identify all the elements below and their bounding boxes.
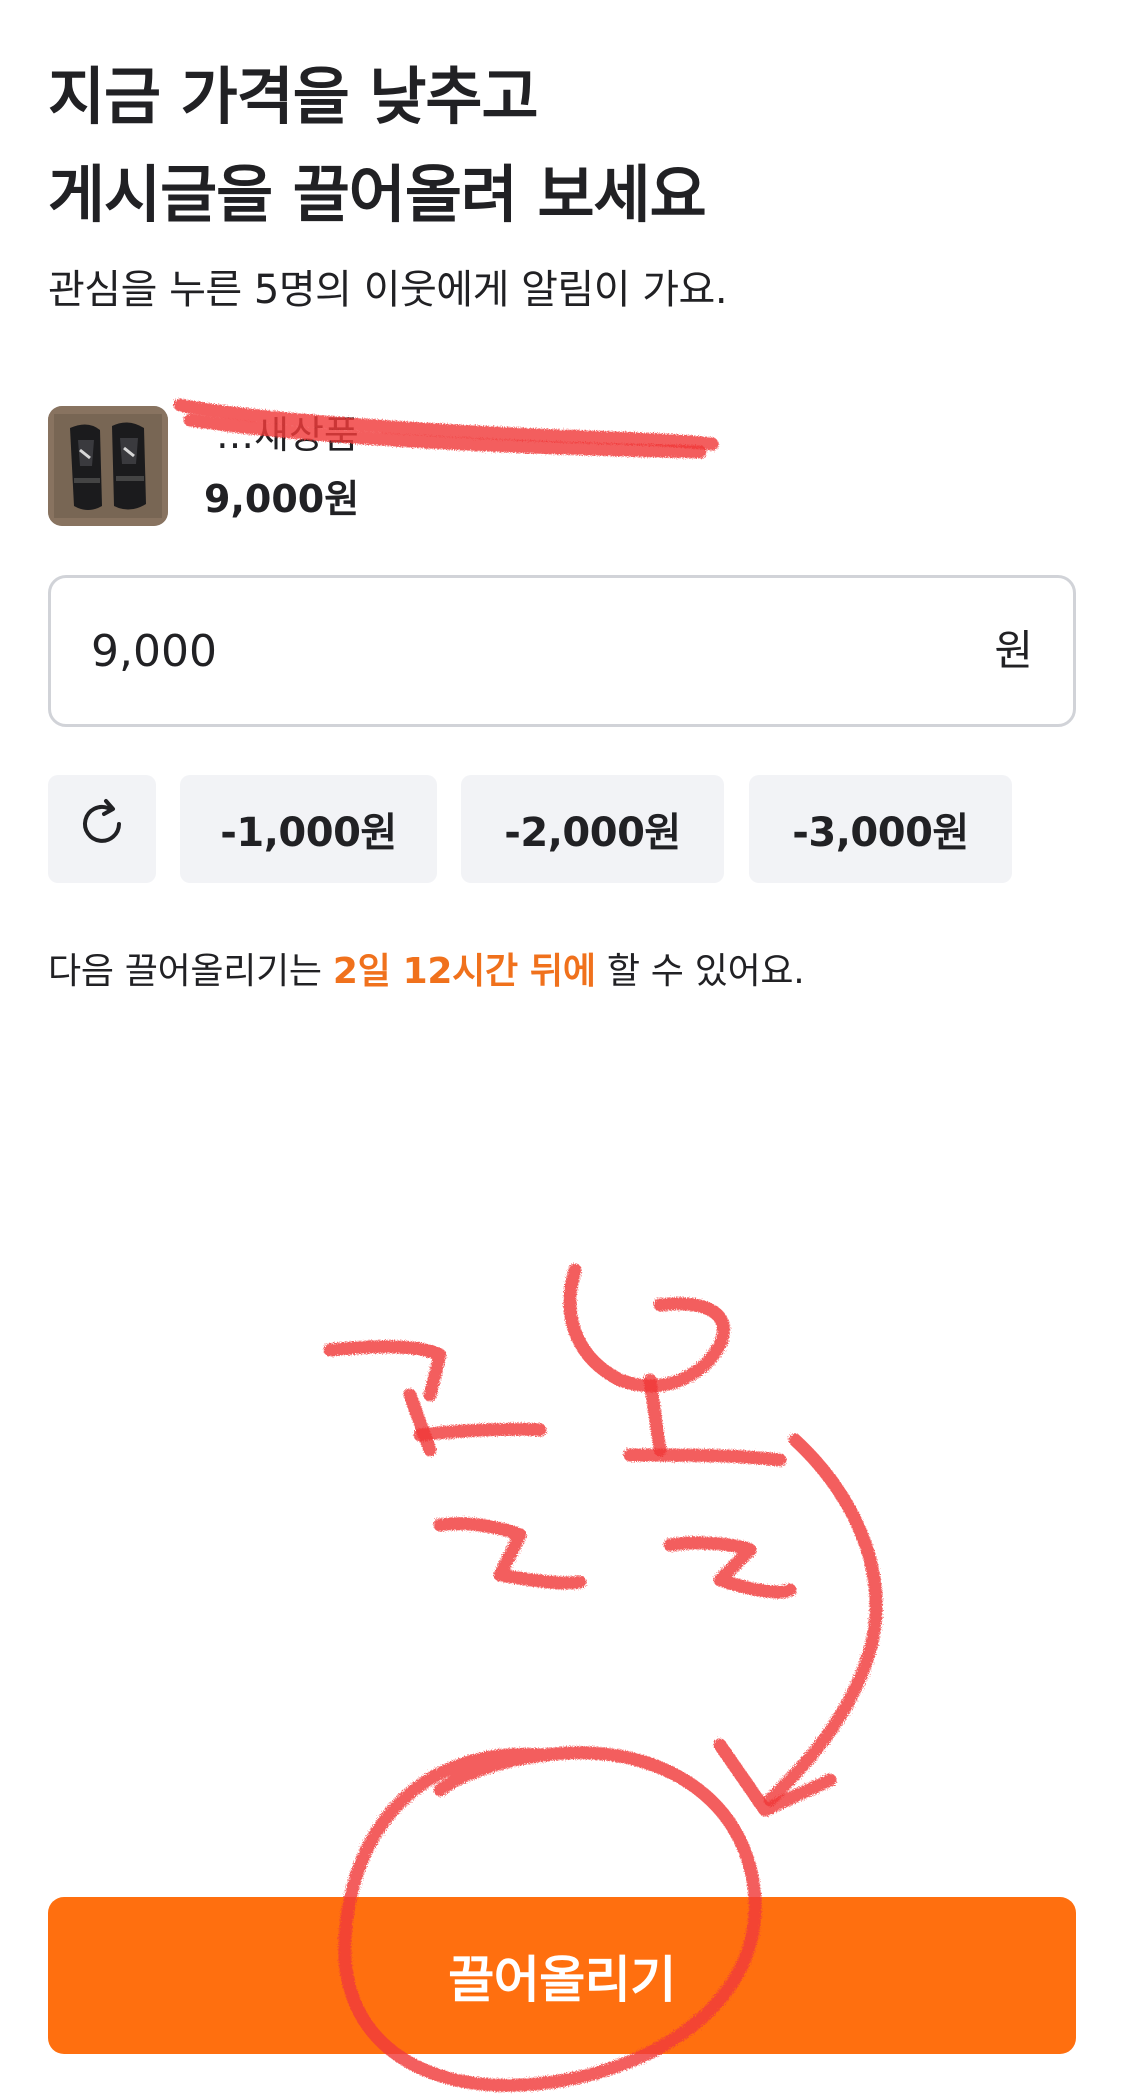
notice-suffix: 할 수 있어요.: [595, 951, 805, 992]
page-title-line2: 게시글을 끌어올려 보세요: [48, 158, 707, 231]
reset-price-button[interactable]: [48, 775, 156, 883]
product-thumbnail: [48, 406, 168, 526]
price-input[interactable]: [91, 578, 891, 724]
page-title-line1: 지금 가격을 낮추고: [48, 60, 539, 133]
price-unit-label: 원: [994, 626, 1033, 675]
page-subtitle: 관심을 누른 5명의 이웃에게 알림이 가요.: [48, 267, 728, 313]
product-price: 9,000원: [204, 477, 360, 521]
refresh-icon: [75, 797, 129, 861]
minus-2000-button[interactable]: -2,000원: [461, 775, 724, 883]
minus-3000-button[interactable]: -3,000원: [749, 775, 1012, 883]
page-title: 지금 가격을 낮추고 게시글을 끌어올려 보세요: [48, 48, 1048, 244]
next-bump-notice: 다음 끌어올리기는 2일 12시간 뒤에 할 수 있어요.: [48, 946, 805, 998]
bump-button[interactable]: 끌어올리기: [48, 1897, 1076, 2054]
minus-1000-button[interactable]: -1,000원: [180, 775, 437, 883]
notice-prefix: 다음 끌어올리기는: [48, 951, 333, 992]
product-name: …새상품: [216, 413, 359, 457]
price-input-field[interactable]: 원: [48, 575, 1076, 727]
product-summary: …새상품 9,000원: [48, 406, 1078, 528]
notice-time-highlight: 2일 12시간 뒤에: [332, 951, 596, 992]
